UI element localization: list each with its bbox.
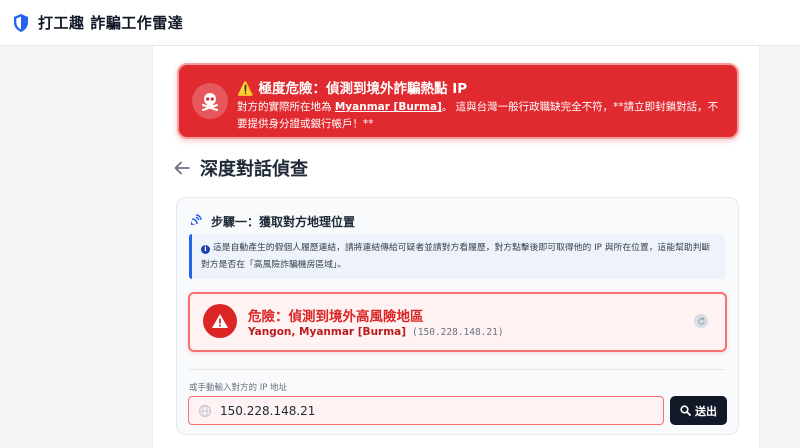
submit-button[interactable]: 送出 xyxy=(670,396,727,425)
danger-ip: (150.228.148.21) xyxy=(412,327,504,338)
danger-location-name: Yangon, Myanmar [Burma] xyxy=(248,326,407,338)
ip-input[interactable] xyxy=(220,403,640,418)
step-title: 步驟一：獲取對方地理位置 xyxy=(211,215,356,229)
info-box: i 這是自動產生的假個人履歷連結，請將連結傳給可疑者並請對方看履歷，對方點擊後即可… xyxy=(189,234,725,279)
refresh-icon[interactable] xyxy=(694,314,708,328)
alert-message: 對方的實際所在地為 Myanmar [Burma]。 這與台灣一般行政職缺完全不… xyxy=(237,99,727,133)
alert-message-prefix: 對方的實際所在地為 xyxy=(237,101,335,113)
danger-title: 危險：偵測到境外高風險地區 xyxy=(248,309,424,325)
danger-result-card: 危險：偵測到境外高風險地區 Yangon, Myanmar [Burma] (15… xyxy=(188,292,727,352)
search-icon xyxy=(680,405,691,416)
step-one-card: 步驟一：獲取對方地理位置 i 這是自動產生的假個人履歷連結，請將連結傳給可疑者並請… xyxy=(176,197,739,435)
satellite-dish-icon xyxy=(189,212,203,231)
submit-button-label: 送出 xyxy=(695,404,717,418)
manual-ip-label: 或手動輸入對方的 IP 地址 xyxy=(189,383,288,393)
app-title[interactable]: 打工趣 詐騙工作雷達 xyxy=(38,12,183,33)
top-navbar: 打工趣 詐騙工作雷達 xyxy=(0,0,800,46)
skull-crossbones-icon xyxy=(192,83,228,119)
ip-input-field[interactable] xyxy=(188,396,664,425)
info-circle-icon: i xyxy=(201,245,210,254)
info-text: 這是自動產生的假個人履歷連結，請將連結傳給可疑者並請對方看履歷，對方點擊後即可取… xyxy=(201,243,711,270)
back-arrow-icon[interactable] xyxy=(174,157,192,179)
section-divider xyxy=(189,369,725,370)
shield-icon xyxy=(12,13,30,33)
danger-location: Yangon, Myanmar [Burma] (150.228.148.21) xyxy=(248,326,504,338)
globe-icon xyxy=(198,404,212,418)
page-title: 深度對話偵查 xyxy=(200,159,308,180)
alert-title: ⚠️ 極度危險：偵測到境外詐騙熱點 IP xyxy=(237,81,468,97)
step-header: 步驟一：獲取對方地理位置 xyxy=(189,212,355,231)
alert-location: Myanmar [Burma] xyxy=(334,101,442,113)
extreme-danger-alert: ⚠️ 極度危險：偵測到境外詐騙熱點 IP 對方的實際所在地為 Myanmar [… xyxy=(177,63,739,139)
warning-triangle-icon xyxy=(203,304,237,338)
